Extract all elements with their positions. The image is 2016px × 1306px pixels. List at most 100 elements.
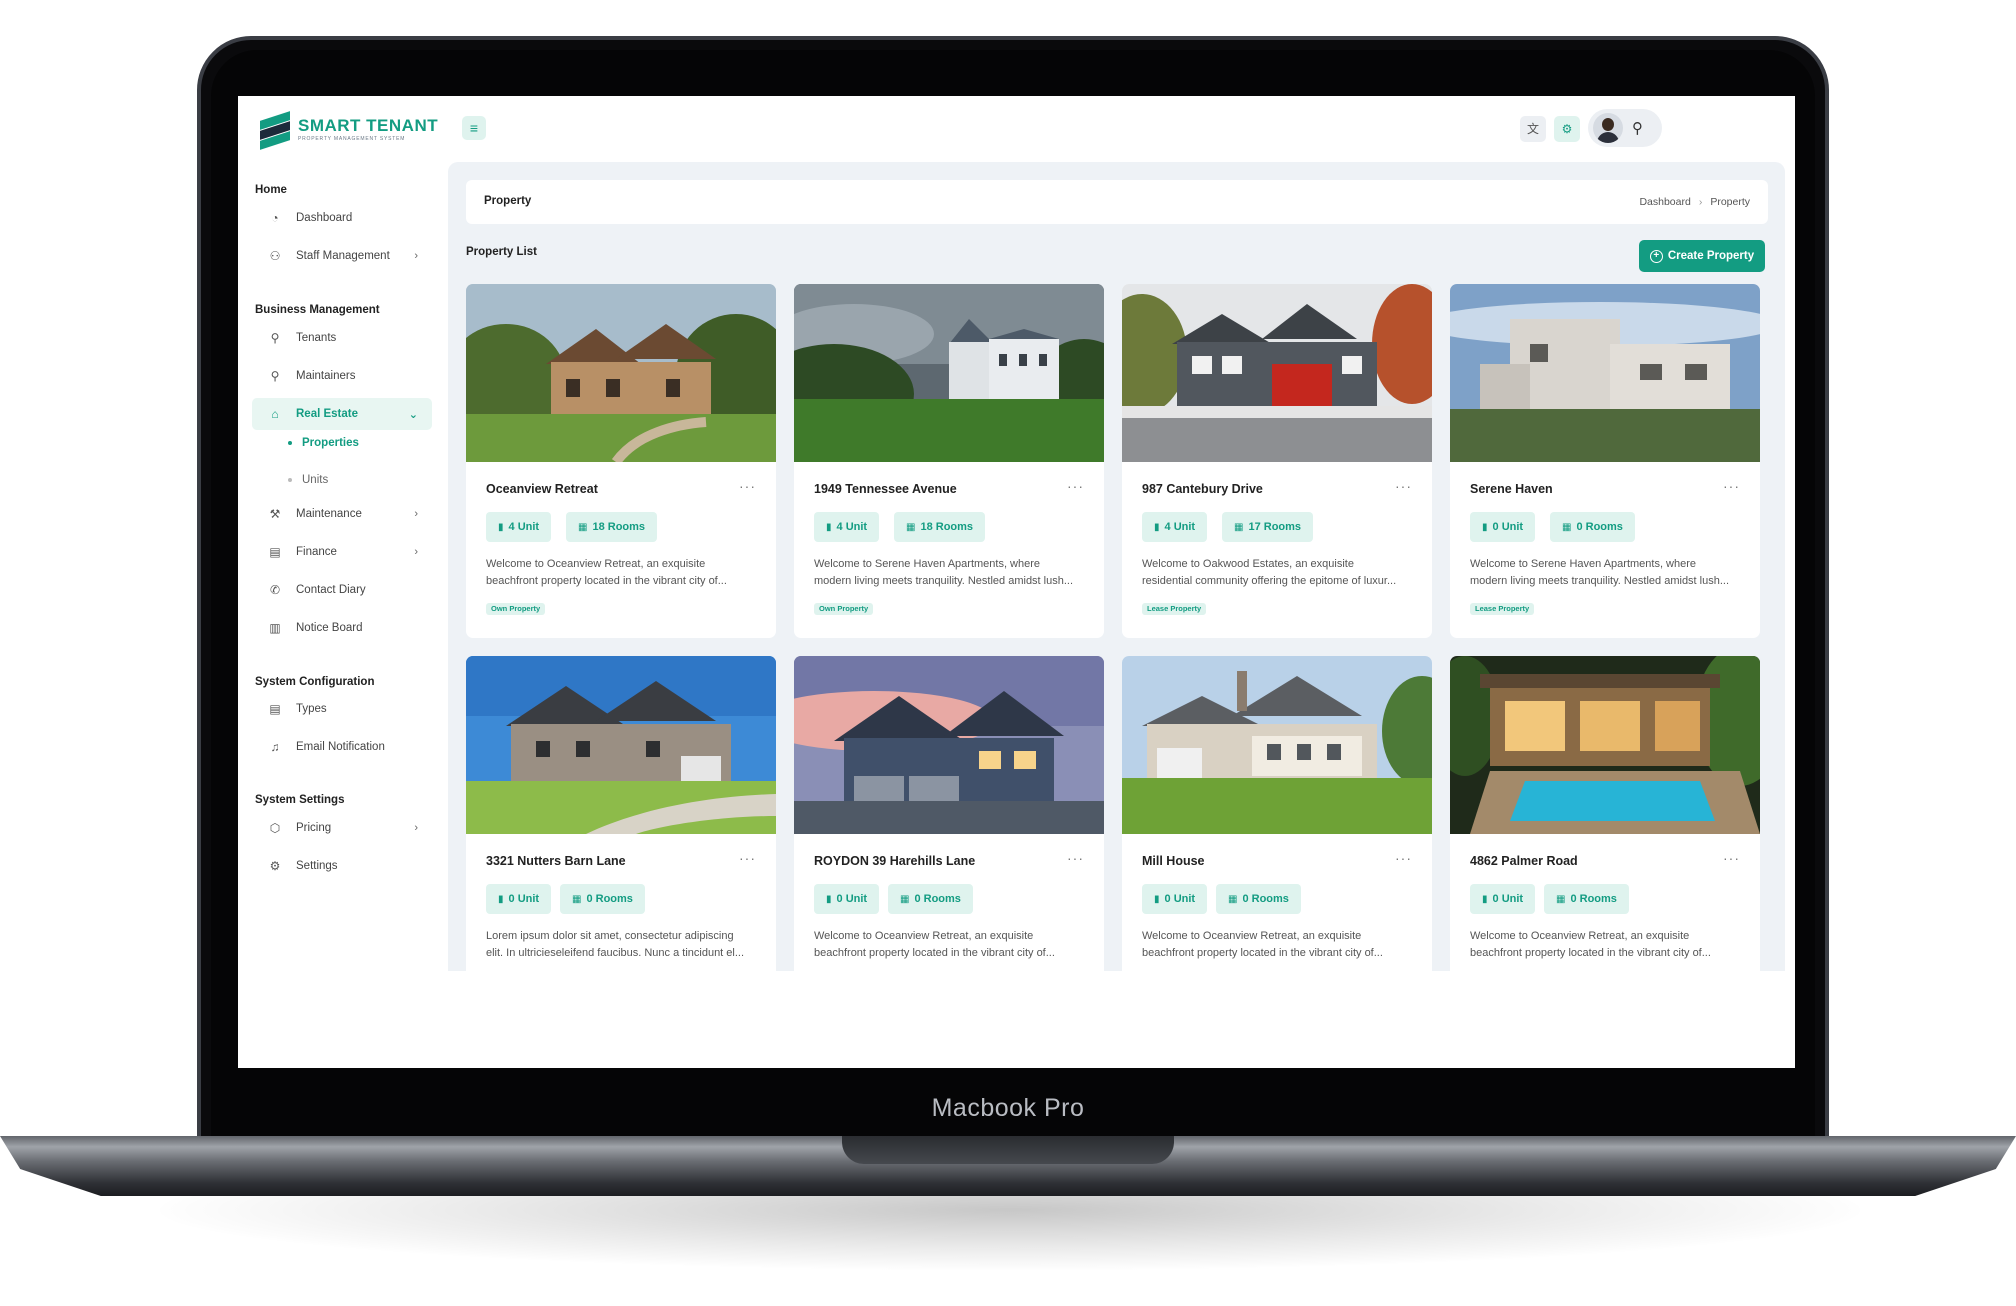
user-plus-icon: ⚲ bbox=[1632, 120, 1643, 137]
property-card[interactable]: 1949 Tennessee Avenue ··· ▮ 4 Unit ▦ 18 Ro… bbox=[794, 284, 1104, 638]
property-type-badge: Own Property bbox=[486, 603, 546, 615]
property-description: Welcome to Oceanview Retreat, an exquisi… bbox=[814, 930, 1055, 959]
nav-section-home: Home bbox=[255, 184, 287, 196]
sidebar-item-tenants[interactable]: ⚲ Tenants bbox=[252, 322, 432, 354]
unit-count-tag: ▮ 0 Unit bbox=[1142, 884, 1208, 914]
room-count-tag: ▦ 0 Rooms bbox=[1550, 512, 1635, 542]
sidebar-item-label: Pricing bbox=[296, 822, 332, 834]
sidebar-item-maintenance[interactable]: ⚒ Maintenance › bbox=[252, 498, 432, 530]
property-card[interactable]: ROYDON 39 Harehills Lane ··· ▮ 0 Unit ▦ 0 … bbox=[794, 656, 1104, 1010]
room-count-tag: ▦ 0 Rooms bbox=[1544, 884, 1629, 914]
sidebar-item-email-notification[interactable]: ♫ Email Notification bbox=[252, 731, 432, 763]
property-description: Welcome to Serene Haven Apartments, wher… bbox=[814, 558, 1074, 587]
breadcrumb-link-dashboard[interactable]: Dashboard bbox=[1639, 196, 1690, 208]
sidebar-subitem-units[interactable]: Units bbox=[288, 474, 328, 486]
property-card[interactable]: 4862 Palmer Road ··· ▮ 0 Unit ▦ 0 Rooms We… bbox=[1450, 656, 1760, 1010]
translate-icon[interactable]: 文 bbox=[1520, 116, 1546, 142]
topbar: ≡ 文 ⚙ ⚲ bbox=[448, 96, 1795, 162]
brand-title: SMART TENANT bbox=[298, 115, 439, 135]
room-count: 0 Rooms bbox=[914, 893, 961, 905]
sidebar-item-dashboard[interactable]: ◔ Dashboard bbox=[252, 202, 432, 234]
sidebar-item-contact-diary[interactable]: ✆ Contact Diary bbox=[252, 574, 432, 606]
property-name: Mill House bbox=[1142, 854, 1205, 868]
more-options-icon[interactable]: ··· bbox=[1723, 478, 1740, 494]
sidebar-item-label: Types bbox=[296, 703, 327, 715]
sidebar-item-finance[interactable]: ▤ Finance › bbox=[252, 536, 432, 568]
page-title: Property bbox=[484, 195, 532, 207]
chevron-right-icon: › bbox=[414, 822, 418, 834]
room-count-tag: ▦ 18 Rooms bbox=[894, 512, 986, 542]
more-options-icon[interactable]: ··· bbox=[1067, 478, 1084, 494]
sidebar-item-maintainers[interactable]: ⚲ Maintainers bbox=[252, 360, 432, 392]
menu-icon[interactable]: ≡ bbox=[462, 116, 486, 140]
create-property-button[interactable]: + Create Property bbox=[1639, 240, 1765, 272]
sidebar-item-settings[interactable]: ⚙ Settings bbox=[252, 850, 432, 882]
door-icon: ▮ bbox=[498, 521, 504, 533]
chevron-down-icon: ⌄ bbox=[408, 408, 418, 421]
property-photo bbox=[794, 284, 1104, 462]
user-menu[interactable]: ⚲ bbox=[1588, 109, 1662, 147]
laptop-screen: SMART TENANT PROPERTY MANAGEMENT SYSTEM … bbox=[238, 96, 1795, 1068]
property-card[interactable]: Serene Haven ··· ▮ 0 Unit ▦ 0 Rooms Welcom… bbox=[1450, 284, 1760, 638]
phone-icon: ✆ bbox=[269, 583, 281, 597]
property-name: Serene Haven bbox=[1470, 482, 1553, 496]
sidebar-subitem-label: Properties bbox=[302, 437, 359, 449]
property-description: Welcome to Serene Haven Apartments, wher… bbox=[1470, 558, 1730, 587]
brand-logo[interactable]: SMART TENANT PROPERTY MANAGEMENT SYSTEM bbox=[260, 110, 439, 150]
property-photo bbox=[466, 284, 776, 462]
door-icon: ▮ bbox=[1482, 521, 1488, 533]
more-options-icon[interactable]: ··· bbox=[1395, 850, 1412, 866]
user-icon: ⚲ bbox=[270, 331, 280, 345]
property-photo bbox=[1122, 284, 1432, 462]
more-options-icon[interactable]: ··· bbox=[739, 478, 756, 494]
building-icon: ▦ bbox=[1562, 521, 1572, 533]
building-icon: ▦ bbox=[1234, 521, 1244, 533]
more-options-icon[interactable]: ··· bbox=[739, 850, 756, 866]
more-options-icon[interactable]: ··· bbox=[1395, 478, 1412, 494]
room-count-tag: ▦ 0 Rooms bbox=[1216, 884, 1301, 914]
building-icon: ▦ bbox=[900, 893, 910, 905]
door-icon: ▮ bbox=[826, 893, 832, 905]
unit-count: 0 Unit bbox=[836, 893, 868, 905]
file-icon: ▤ bbox=[269, 545, 281, 559]
property-card[interactable]: Mill House ··· ▮ 0 Unit ▦ 0 Rooms Welcome … bbox=[1122, 656, 1432, 1010]
sidebar-subitem-properties[interactable]: Properties bbox=[288, 437, 359, 449]
app-root: SMART TENANT PROPERTY MANAGEMENT SYSTEM … bbox=[238, 96, 1795, 1068]
more-options-icon[interactable]: ··· bbox=[1067, 850, 1084, 866]
property-photo bbox=[466, 656, 776, 834]
unit-count: 0 Unit bbox=[508, 893, 540, 905]
property-card[interactable]: 987 Cantebury Drive ··· ▮ 4 Unit ▦ 17 Room… bbox=[1122, 284, 1432, 638]
building-icon: ▦ bbox=[906, 521, 916, 533]
sidebar-item-pricing[interactable]: ⬡ Pricing › bbox=[252, 812, 432, 844]
sidebar-item-notice-board[interactable]: ▥ Notice Board bbox=[252, 612, 432, 644]
settings-icon[interactable]: ⚙ bbox=[1554, 116, 1580, 142]
chevron-right-icon: › bbox=[414, 508, 418, 520]
breadcrumb: Dashboard › Property bbox=[1639, 196, 1750, 208]
property-card[interactable]: Oceanview Retreat ··· ▮ 4 Unit ▦ 18 Rooms … bbox=[466, 284, 776, 638]
unit-count-tag: ▮ 4 Unit bbox=[486, 512, 552, 542]
sidebar-item-label: Contact Diary bbox=[296, 584, 366, 596]
property-name: ROYDON 39 Harehills Lane bbox=[814, 854, 976, 868]
sidebar-item-staff-management[interactable]: ⚇ Staff Management › bbox=[252, 240, 432, 272]
sidebar-item-label: Maintainers bbox=[296, 370, 356, 382]
dashboard-icon: ◔ bbox=[271, 211, 279, 225]
unit-count-tag: ▮ 0 Unit bbox=[1470, 884, 1536, 914]
door-icon: ▮ bbox=[1154, 521, 1160, 533]
sidebar-subitem-label: Units bbox=[302, 474, 329, 486]
sidebar-item-label: Tenants bbox=[296, 332, 337, 344]
more-options-icon[interactable]: ··· bbox=[1723, 850, 1740, 866]
plus-circle-icon: + bbox=[1649, 249, 1663, 263]
sidebar-item-real-estate[interactable]: ⌂ Real Estate ⌄ bbox=[252, 398, 432, 430]
sidebar-item-types[interactable]: ▤ Types bbox=[252, 693, 432, 725]
building-icon: ▦ bbox=[1228, 893, 1238, 905]
chevron-right-icon: › bbox=[414, 546, 418, 558]
sidebar-item-label: Dashboard bbox=[296, 212, 353, 224]
property-card[interactable]: 3321 Nutters Barn Lane ··· ▮ 0 Unit ▦ 0 Ro… bbox=[466, 656, 776, 1010]
unit-count-tag: ▮ 4 Unit bbox=[1142, 512, 1208, 542]
building-icon: ▦ bbox=[578, 521, 588, 533]
room-count: 0 Rooms bbox=[1570, 893, 1617, 905]
create-property-label: Create Property bbox=[1667, 250, 1755, 262]
property-type-badge: Own Property bbox=[814, 603, 874, 615]
bell-icon: ♫ bbox=[270, 740, 280, 754]
bullet-icon bbox=[288, 441, 292, 445]
